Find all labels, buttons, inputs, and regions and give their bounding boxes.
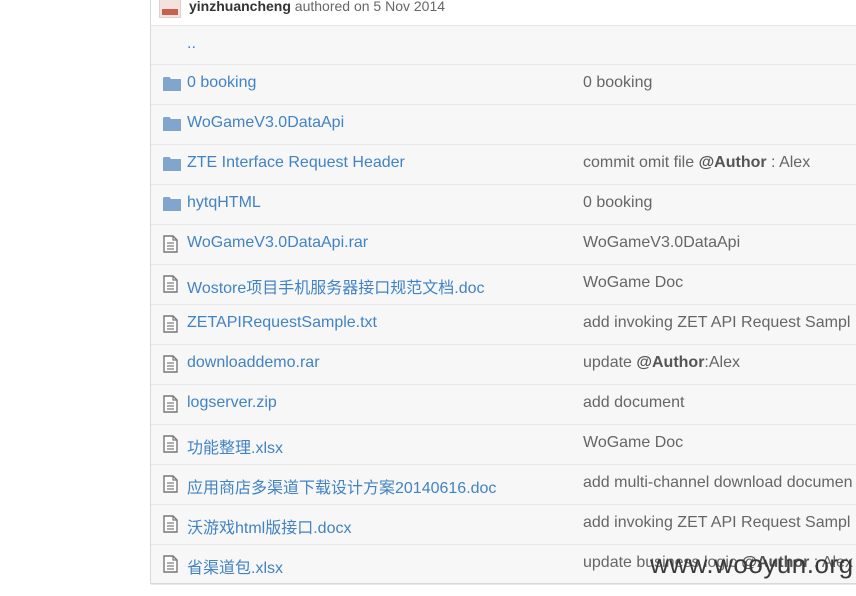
message-text: add invoking ZET API Request Sampl	[583, 314, 851, 331]
message-text: : Alex	[766, 154, 811, 171]
message-text: add document	[583, 394, 685, 411]
commit-message[interactable]: 0 booking	[583, 194, 652, 212]
commit-message[interactable]: add invoking ZET API Request Sampl	[583, 314, 850, 332]
parent-directory-row[interactable]: ..	[151, 25, 856, 65]
commit-message[interactable]: add invoking ZET API Request Sampl	[583, 514, 850, 532]
file-row[interactable]: downloaddemo.rar update @Author:Alex	[151, 345, 856, 385]
file-browser-panel: yinzhuancheng authored on 5 Nov 2014 .. …	[150, 0, 856, 585]
message-text: :Alex	[704, 354, 740, 371]
commit-author[interactable]: yinzhuancheng	[189, 0, 291, 14]
commit-message[interactable]: add document	[583, 394, 684, 412]
file-text-icon	[163, 515, 178, 538]
file-row[interactable]: logserver.zip add document	[151, 385, 856, 425]
file-name-link[interactable]: Wostore项目手机服务器接口规范文档.doc	[187, 274, 485, 298]
file-text-icon	[163, 435, 178, 458]
file-name-link[interactable]: 功能整理.xlsx	[187, 434, 283, 458]
file-text-icon	[163, 475, 178, 498]
file-row[interactable]: 沃游戏html版接口.docx add invoking ZET API Requ…	[151, 505, 856, 545]
folder-icon	[163, 196, 181, 216]
file-name-link[interactable]: ZETAPIRequestSample.txt	[187, 314, 377, 332]
message-text: 0 booking	[583, 194, 653, 211]
commit-message[interactable]: update @Author:Alex	[583, 354, 740, 372]
commit-message[interactable]: WoGame Doc	[583, 434, 683, 452]
latest-commit-bar: yinzhuancheng authored on 5 Nov 2014	[151, 0, 856, 26]
commit-message[interactable]: 0 booking	[583, 74, 652, 92]
file-name-link[interactable]: downloaddemo.rar	[187, 354, 320, 372]
file-text-icon	[163, 355, 178, 378]
file-row[interactable]: ZTE Interface Request Header commit omit …	[151, 145, 856, 185]
file-row[interactable]: 0 booking 0 booking	[151, 65, 856, 105]
file-row[interactable]: hytqHTML 0 booking	[151, 185, 856, 225]
parent-directory-link[interactable]: ..	[187, 35, 196, 53]
file-text-icon	[163, 315, 178, 338]
message-text: 0 booking	[583, 74, 653, 91]
message-text: update	[583, 354, 637, 371]
author-mention: @Author	[698, 154, 767, 171]
folder-name-link[interactable]: hytqHTML	[187, 194, 261, 212]
commit-message[interactable]: add multi-channel download documen	[583, 474, 853, 492]
folder-name-link[interactable]: 0 booking	[187, 74, 256, 92]
file-row[interactable]: 功能整理.xlsx WoGame Doc	[151, 425, 856, 465]
message-text: WoGameV3.0DataApi	[583, 234, 741, 251]
message-text: WoGame Doc	[583, 274, 684, 291]
commit-info: yinzhuancheng authored on 5 Nov 2014	[189, 0, 445, 14]
file-row[interactable]: ZETAPIRequestSample.txt add invoking ZET …	[151, 305, 856, 345]
file-row[interactable]: Wostore项目手机服务器接口规范文档.doc WoGame Doc	[151, 265, 856, 305]
file-row[interactable]: WoGameV3.0DataApi.rar WoGameV3.0DataApi	[151, 225, 856, 265]
file-text-icon	[163, 275, 178, 298]
commit-date: authored on 5 Nov 2014	[290, 0, 446, 14]
file-name-link[interactable]: 省渠道包.xlsx	[187, 554, 283, 578]
folder-icon	[163, 116, 181, 136]
commit-message[interactable]: WoGameV3.0DataApi	[583, 234, 740, 252]
file-row[interactable]: 应用商店多渠道下载设计方案20140616.doc add multi-chann…	[151, 465, 856, 505]
folder-name-link[interactable]: ZTE Interface Request Header	[187, 154, 405, 172]
file-name-link[interactable]: 应用商店多渠道下载设计方案20140616.doc	[187, 474, 496, 498]
message-text: WoGame Doc	[583, 434, 684, 451]
file-name-link[interactable]: 沃游戏html版接口.docx	[187, 514, 351, 538]
file-name-link[interactable]: logserver.zip	[187, 394, 277, 412]
file-text-icon	[163, 395, 178, 418]
message-text: commit omit file	[583, 154, 699, 171]
message-text: add multi-channel download documen	[583, 474, 853, 491]
message-text: add invoking ZET API Request Sampl	[583, 514, 851, 531]
file-text-icon	[163, 235, 178, 258]
folder-icon	[163, 76, 181, 96]
author-mention: @Author	[636, 354, 705, 371]
file-name-link[interactable]: WoGameV3.0DataApi.rar	[187, 234, 368, 252]
file-row[interactable]: WoGameV3.0DataApi	[151, 105, 856, 145]
watermark: www.wooyun.org	[650, 549, 854, 579]
folder-icon	[163, 156, 181, 176]
folder-name-link[interactable]: WoGameV3.0DataApi	[187, 114, 344, 132]
file-text-icon	[163, 555, 178, 578]
commit-message[interactable]: WoGame Doc	[583, 274, 683, 292]
avatar[interactable]	[159, 0, 181, 18]
commit-message[interactable]: commit omit file @Author : Alex	[583, 154, 810, 172]
